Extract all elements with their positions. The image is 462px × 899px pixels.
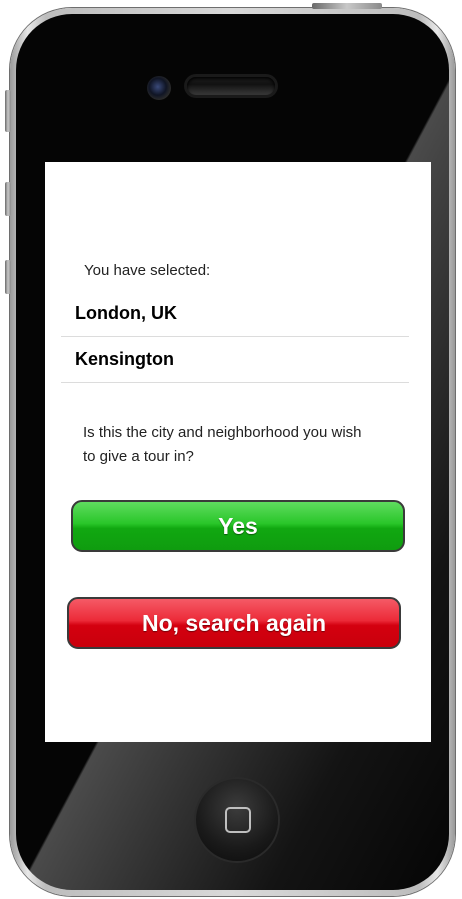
volume-down-button[interactable] xyxy=(5,260,11,294)
power-button[interactable] xyxy=(312,3,382,9)
earpiece-speaker-icon xyxy=(187,77,275,95)
volume-up-button[interactable] xyxy=(5,182,11,216)
home-button-icon[interactable] xyxy=(196,779,278,861)
confirmation-question: Is this the city and neighborhood you wi… xyxy=(83,424,362,465)
city-value: London, UK xyxy=(75,303,177,323)
search-again-button[interactable]: No, search again xyxy=(67,597,401,649)
front-camera-icon xyxy=(147,76,171,100)
mute-switch[interactable] xyxy=(5,90,11,132)
selected-label: You have selected: xyxy=(84,262,211,279)
yes-button[interactable]: Yes xyxy=(71,500,405,552)
selected-city-row: London, UK xyxy=(61,290,409,337)
selected-neighborhood-row: Kensington xyxy=(61,336,409,383)
home-square-icon xyxy=(225,807,251,833)
neighborhood-value: Kensington xyxy=(75,349,174,369)
app-screen: You have selected: London, UK Kensington… xyxy=(45,162,431,742)
